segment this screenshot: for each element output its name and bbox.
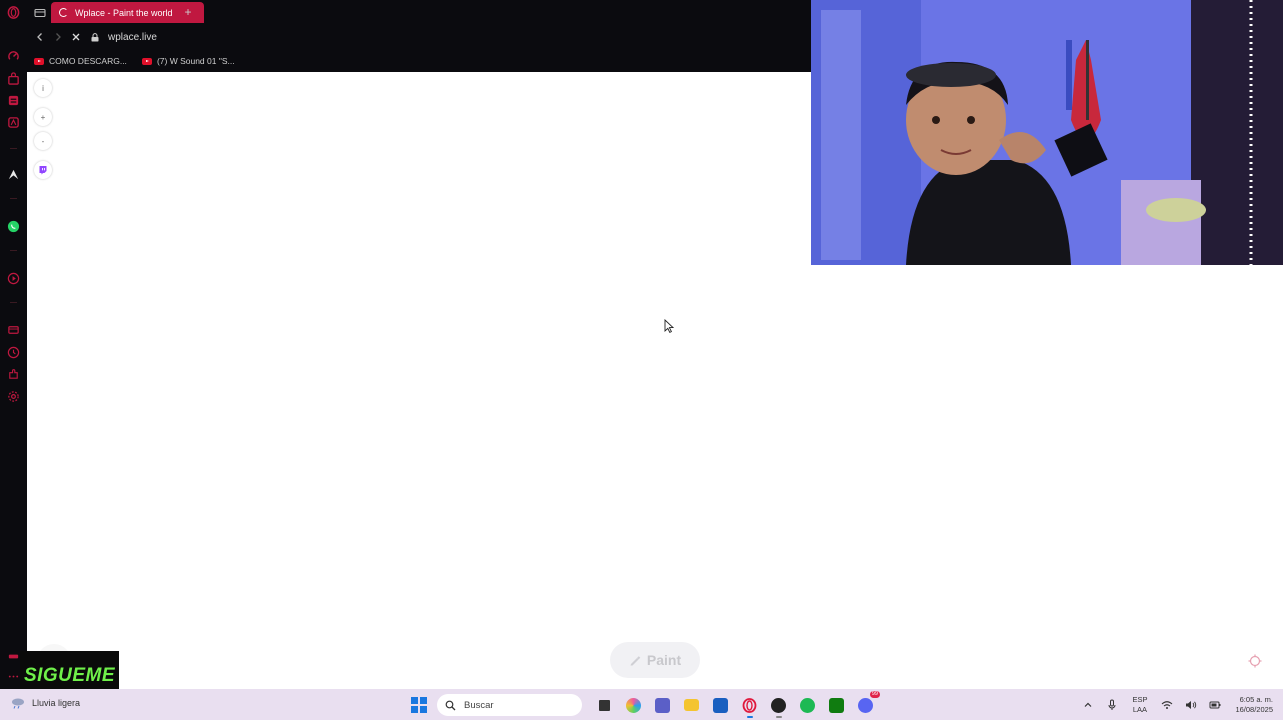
info-button[interactable]: i	[34, 79, 52, 97]
opera-logo-icon[interactable]	[7, 6, 20, 19]
settings-gear-icon[interactable]	[7, 390, 20, 403]
taskbar-search[interactable]: Buscar	[437, 694, 582, 716]
url-text: wplace.live	[108, 31, 157, 43]
bookmark-label: COMO DESCARG...	[49, 56, 127, 66]
more-dots-icon[interactable]	[7, 670, 20, 683]
bookmark-item[interactable]: (7) W Sound 01 "S...	[141, 56, 235, 66]
browser-sidebar	[0, 0, 27, 689]
keyboard-layout: LAA	[1132, 705, 1148, 714]
whatsapp-icon[interactable]	[7, 220, 20, 233]
extensions-icon[interactable]	[7, 368, 20, 381]
paint-label: Paint	[646, 652, 682, 668]
bookmarks-bar: COMO DESCARG... (7) W Sound 01 "S...	[27, 50, 811, 72]
webcam-overlay	[811, 0, 1283, 265]
clock-date: 16/08/2025	[1235, 705, 1273, 714]
zoom-in-button[interactable]: +	[34, 108, 52, 126]
tab-strip: Wplace - Paint the world +	[27, 0, 811, 24]
search-icon	[445, 700, 456, 710]
mouse-cursor-icon	[664, 319, 674, 333]
tabs-icon[interactable]	[7, 323, 20, 336]
search-placeholder: Buscar	[464, 699, 494, 711]
task-view-icon[interactable]	[594, 694, 616, 716]
gx-corner-icon[interactable]	[7, 650, 20, 663]
speed-dial-icon[interactable]	[7, 50, 20, 63]
stop-loading-icon[interactable]	[69, 30, 83, 44]
file-explorer-icon[interactable]	[681, 694, 703, 716]
xbox-icon[interactable]	[826, 694, 848, 716]
twitch-icon	[39, 166, 47, 175]
url-field[interactable]: wplace.live	[91, 30, 157, 44]
crosshair-icon	[1248, 654, 1262, 668]
microphone-icon[interactable]	[1106, 699, 1118, 711]
aria-icon[interactable]	[7, 168, 20, 181]
system-tray: ESP LAA 6:05 a. m. 16/08/2025	[1076, 693, 1273, 717]
taskbar-center: Buscar 99	[411, 691, 880, 718]
wifi-icon[interactable]	[1161, 699, 1173, 711]
weather-text: Lluvia ligera	[32, 698, 81, 708]
chevron-up-icon[interactable]	[1082, 699, 1094, 711]
zoom-out-button[interactable]: -	[34, 132, 52, 150]
bookmark-item[interactable]: COMO DESCARG...	[34, 56, 127, 66]
rain-cloud-icon	[12, 698, 24, 709]
history-icon[interactable]	[7, 346, 20, 359]
sidebar-divider	[10, 198, 17, 199]
language-indicator[interactable]: ESP LAA	[1132, 695, 1147, 715]
teams-icon[interactable]	[652, 694, 674, 716]
bookmark-label: (7) W Sound 01 "S...	[156, 56, 235, 66]
sidebar-divider	[10, 148, 17, 149]
back-arrow-icon[interactable]	[33, 30, 47, 44]
brush-icon	[630, 656, 641, 666]
battery-icon[interactable]	[1209, 699, 1221, 711]
paint-button[interactable]: Paint	[610, 642, 700, 678]
lock-icon	[91, 32, 99, 41]
gx-icon[interactable]	[7, 116, 20, 129]
youtube-icon	[34, 57, 44, 65]
spotify-icon[interactable]	[797, 694, 819, 716]
discord-badge: 99	[870, 691, 880, 698]
copilot-icon[interactable]	[623, 694, 645, 716]
youtube-icon	[141, 57, 152, 65]
twitch-button[interactable]	[34, 161, 52, 179]
windows-start-icon[interactable]	[411, 697, 427, 713]
language-code: ESP	[1132, 695, 1148, 704]
player-icon[interactable]	[7, 272, 20, 285]
tab-title: Wplace - Paint the world	[75, 7, 173, 18]
obs-icon[interactable]	[768, 694, 790, 718]
sidebar-divider	[10, 302, 17, 303]
volume-icon[interactable]	[1185, 699, 1197, 711]
loading-spinner-icon	[59, 8, 68, 17]
taskbar: Lluvia ligera Buscar 99 ESP LAA 6:05 a. …	[0, 689, 1283, 720]
editor-app-icon[interactable]	[710, 694, 732, 716]
locate-button[interactable]	[1245, 651, 1265, 671]
new-tab-button[interactable]: +	[181, 5, 195, 19]
webcam-video	[811, 0, 1283, 265]
weather-widget[interactable]: Lluvia ligera	[10, 697, 80, 709]
clock[interactable]: 6:05 a. m. 16/08/2025	[1235, 695, 1273, 715]
tab-islands-icon[interactable]	[34, 6, 46, 18]
address-bar: wplace.live	[27, 24, 811, 50]
screen: Wplace - Paint the world + wplace.live C…	[0, 0, 1283, 720]
forward-arrow-icon[interactable]	[51, 30, 65, 44]
clock-time: 6:05 a. m.	[1239, 695, 1273, 704]
opera-taskbar-icon[interactable]	[739, 694, 761, 718]
messenger-icon[interactable]	[7, 94, 20, 107]
sidebar-divider	[10, 250, 17, 251]
shopping-bag-icon[interactable]	[7, 72, 20, 85]
discord-icon[interactable]: 99	[855, 691, 880, 716]
